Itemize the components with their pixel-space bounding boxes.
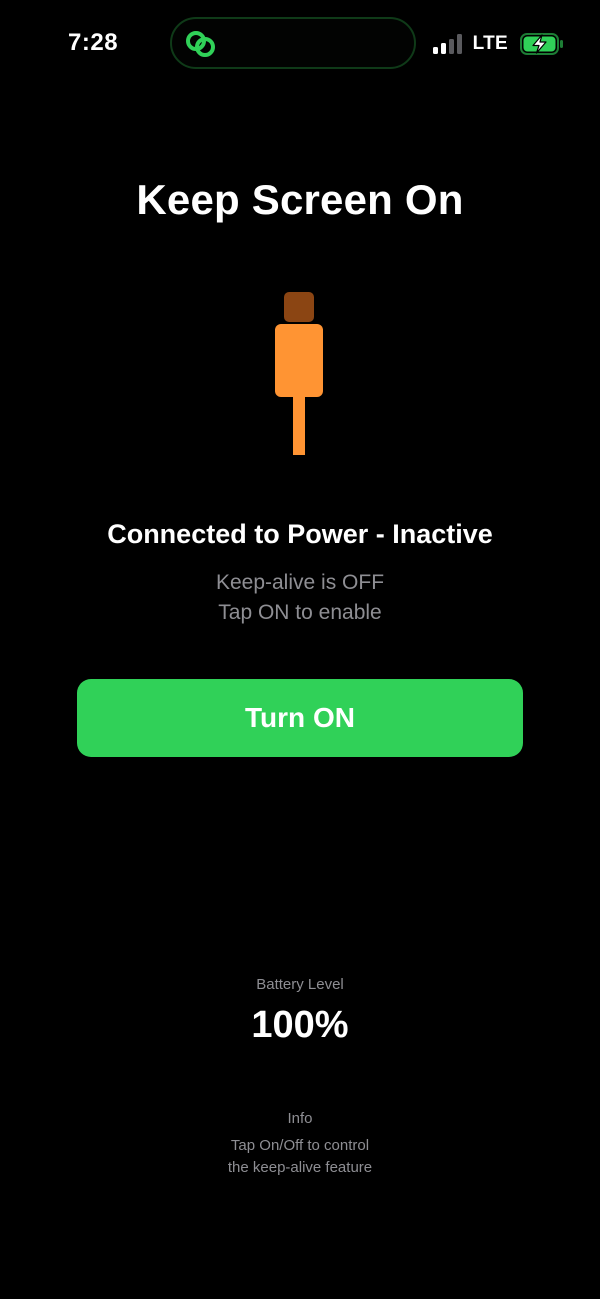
status-indicators: LTE [432,33,564,55]
info-line: the keep-alive feature [227,1159,373,1176]
connection-status: Connected to Power - Inactive [107,519,493,549]
keepalive-status-line: Keep-alive is OFF [215,571,385,594]
page-title: Keep Screen On [136,176,464,223]
link-rings-icon [186,31,215,57]
info-label: Info [287,1110,313,1127]
turn-on-button[interactable]: Turn ON [77,679,523,757]
battery-charging-icon [520,33,563,55]
battery-level-label: Battery Level [256,976,344,993]
keepalive-hint-line: Tap ON to enable [218,601,382,624]
battery-level-value: 100% [251,1004,349,1046]
network-type-label: LTE [472,33,508,54]
cellular-signal-icon [432,34,462,54]
keepalive-status: Keep-alive is OFF Tap ON to enable [0,568,600,628]
info-line: Tap On/Off to control [230,1137,370,1154]
dynamic-island[interactable] [170,17,416,69]
status-bar: 7:28 LTE [0,0,600,90]
status-time: 7:28 [68,29,119,56]
info-text: Tap On/Off to control the keep-alive fea… [0,1135,600,1179]
power-plug-icon [275,292,323,455]
